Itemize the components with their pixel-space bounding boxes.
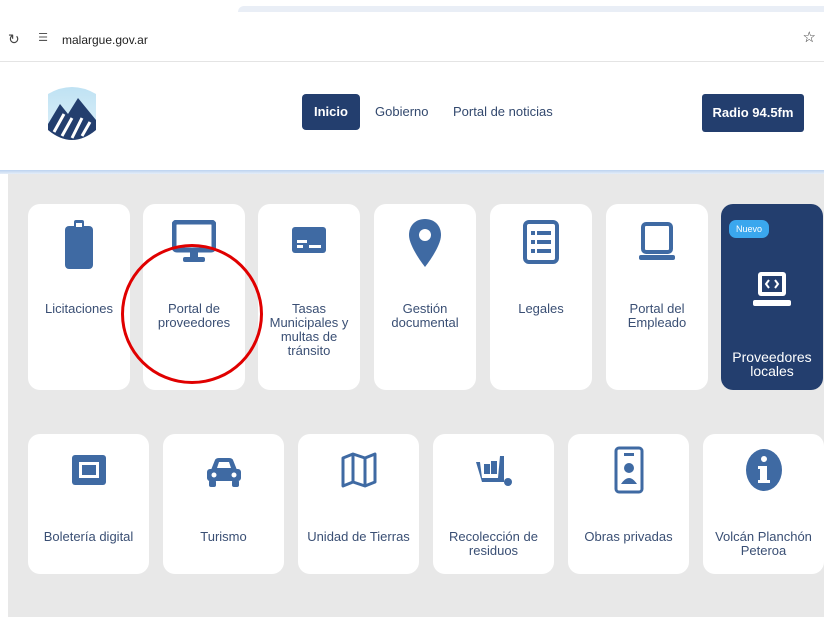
laptop-icon (606, 222, 708, 262)
card-tasas-municipales[interactable]: Tasas Municipales y multas de tránsito (258, 204, 360, 390)
card-licitaciones[interactable]: Licitaciones (28, 204, 130, 390)
card-label: Portal de proveedores (157, 301, 231, 330)
list-document-icon (490, 220, 592, 264)
card-portal-de-proveedores[interactable]: Portal de proveedores (143, 204, 245, 390)
card-turismo[interactable]: Turismo (163, 434, 284, 574)
card-boleteria-digital[interactable]: Boletería digital (28, 434, 149, 574)
url-box[interactable]: ☰ malargue.gov.ar ☆ (26, 26, 816, 54)
bookmark-star-icon[interactable]: ☆ (803, 28, 816, 48)
card-label: Proveedores locales (732, 349, 812, 379)
card-label: Gestión documental (391, 301, 459, 330)
car-icon (163, 456, 284, 488)
site-settings-icon[interactable]: ☰ (36, 31, 50, 45)
card-label: Obras privadas (584, 529, 673, 544)
url-text[interactable]: malargue.gov.ar (62, 32, 148, 48)
card-recoleccion-de-residuos[interactable]: Recolección de residuos (433, 434, 554, 574)
map-icon (298, 452, 419, 488)
info-icon (703, 448, 824, 492)
new-badge: Nuevo (729, 220, 770, 238)
card-label: Unidad de Tierras (307, 529, 410, 544)
card-gestion-documental[interactable]: Gestión documental (374, 204, 476, 390)
nav-gobierno[interactable]: Gobierno (375, 94, 428, 130)
dumpster-icon (433, 452, 554, 488)
card-volcan-planchon-peteroa[interactable]: Volcán Planchón Peteroa (703, 434, 824, 574)
clipboard-icon (28, 218, 130, 270)
browser-tab-strip (0, 0, 824, 18)
map-pin-icon (374, 218, 476, 268)
card-portal-del-empleado[interactable]: Portal del Empleado (606, 204, 708, 390)
card-label: Portal del Empleado (627, 301, 687, 330)
card-proveedores-locales[interactable]: Nuevo Proveedores locales (721, 204, 823, 390)
code-laptop-icon (721, 270, 823, 308)
nav-inicio[interactable]: Inicio (302, 94, 360, 130)
card-label: Legales (518, 301, 564, 316)
card-label: Recolección de residuos (449, 529, 538, 558)
card-label: Volcán Planchón Peteroa (715, 529, 812, 558)
card-label: Turismo (200, 529, 247, 544)
site-header: Inicio Gobierno Portal de noticias Radio… (0, 62, 824, 172)
card-obras-privadas[interactable]: Obras privadas (568, 434, 689, 574)
card-legales[interactable]: Legales (490, 204, 592, 390)
monitor-icon (143, 220, 245, 264)
reload-icon[interactable]: ↻ (8, 30, 20, 48)
radio-button[interactable]: Radio 94.5fm (702, 94, 804, 132)
browser-tab-area (238, 6, 824, 12)
card-label: Licitaciones (45, 301, 113, 316)
browser-address-bar: ↻ ☰ malargue.gov.ar ☆ (0, 18, 824, 62)
card-label: Boletería digital (43, 529, 134, 544)
malargue-logo[interactable] (44, 84, 100, 146)
ticket-icon (28, 454, 149, 486)
card-unidad-de-tierras[interactable]: Unidad de Tierras (298, 434, 419, 574)
card-label: Tasas Municipales y multas de tránsito (269, 301, 349, 358)
id-badge-icon (568, 446, 689, 494)
nav-portal-de-noticias[interactable]: Portal de noticias (453, 94, 553, 130)
card-icon (258, 226, 360, 254)
services-grid: Licitaciones Portal de proveedores Tasas… (8, 174, 824, 617)
